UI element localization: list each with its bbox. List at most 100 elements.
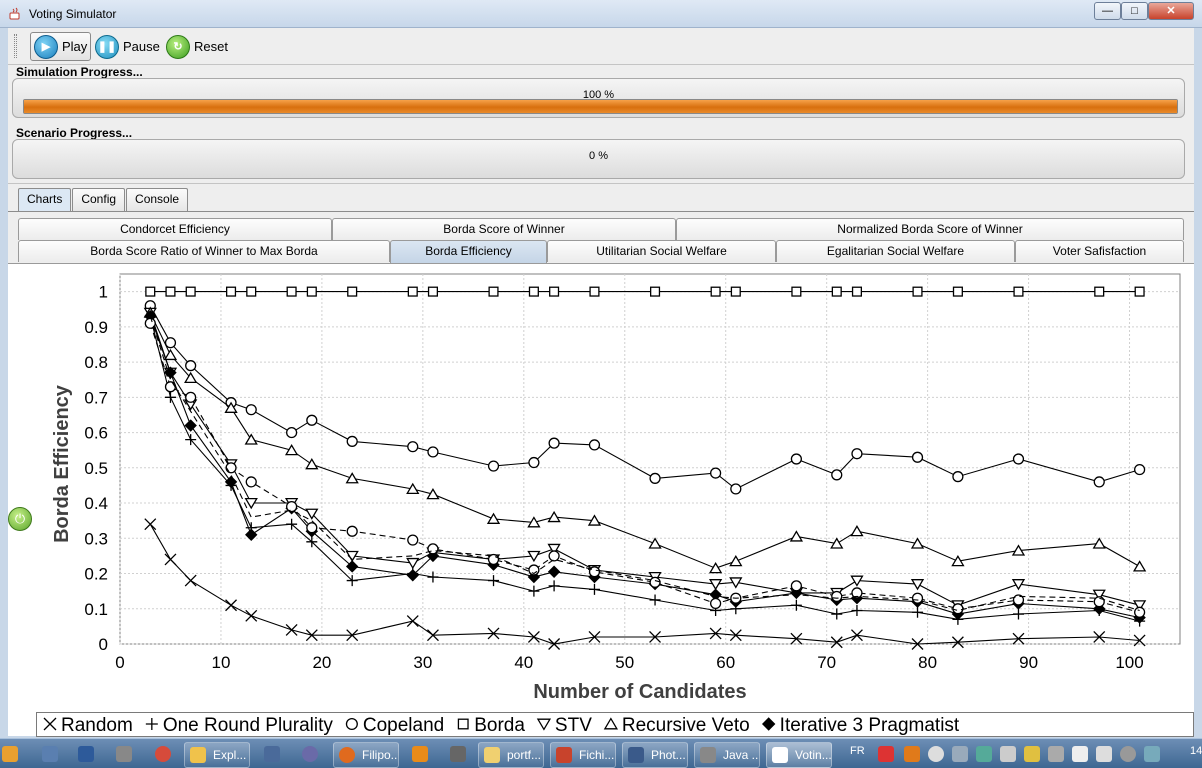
- taskbar-label: Filipo...: [362, 748, 399, 762]
- pause-label: Pause: [123, 39, 160, 54]
- circle-marker: [528, 456, 540, 469]
- legend-label: Iterative 3 Pragmatist: [780, 715, 960, 736]
- power-icon[interactable]: ⏻: [8, 507, 32, 531]
- tray-network-icon[interactable]: [976, 746, 992, 762]
- volume-icon[interactable]: [1096, 746, 1112, 762]
- desktop-icon[interactable]: [42, 746, 58, 762]
- circle-marker: [427, 543, 439, 555]
- diamond-marker: [761, 717, 776, 731]
- square-marker: [831, 286, 842, 297]
- subtab-normalized-borda-score[interactable]: Normalized Borda Score of Winner: [676, 218, 1184, 240]
- square-marker: [1094, 286, 1105, 297]
- gear-icon: [700, 747, 716, 763]
- circle-marker: [1012, 453, 1025, 465]
- pause-button[interactable]: ❚❚ Pause: [92, 32, 163, 61]
- window-titlebar: Voting Simulator — □ ✕: [0, 0, 1202, 28]
- circle-marker: [911, 592, 924, 604]
- subtab-borda-score-of-winner[interactable]: Borda Score of Winner: [332, 218, 676, 240]
- taskbar-item-firefox[interactable]: Filipo...: [333, 742, 399, 768]
- start-media-icon[interactable]: [2, 746, 18, 762]
- circle-marker: [407, 534, 419, 546]
- language-indicator[interactable]: FR: [850, 745, 865, 757]
- tab-console[interactable]: Console: [126, 188, 189, 211]
- square-marker: [286, 286, 297, 297]
- tool-icon[interactable]: [450, 746, 466, 762]
- subtab-condorcet-efficiency[interactable]: Condorcet Efficiency: [18, 218, 332, 240]
- main-tabs: Charts Config Console: [18, 188, 189, 211]
- chrome-icon[interactable]: [155, 746, 171, 762]
- legend-label: Copeland: [363, 715, 444, 736]
- circle-marker: [286, 500, 298, 513]
- legend-entries: Random One Round Plurality Copeland Borda ST…: [43, 715, 960, 736]
- user-icon[interactable]: [78, 746, 94, 762]
- taskbar-item-files[interactable]: Fichi...: [550, 742, 616, 768]
- maximize-button[interactable]: □: [1121, 2, 1148, 20]
- legend-entry: STV: [536, 715, 592, 736]
- square-marker: [225, 286, 237, 297]
- subtab-voter-satisfaction[interactable]: Voter Safisfaction: [1015, 240, 1184, 262]
- legend-label: Random: [61, 715, 133, 736]
- square-marker: [488, 286, 499, 297]
- plus-marker: [145, 718, 158, 730]
- play-label: Play: [62, 39, 88, 54]
- tray-usb-icon[interactable]: [1048, 746, 1064, 762]
- close-button[interactable]: ✕: [1148, 2, 1194, 20]
- circle-marker: [649, 576, 661, 588]
- java-app-icon: [772, 747, 788, 763]
- cone-icon[interactable]: [412, 746, 428, 762]
- vlc-icon[interactable]: [302, 746, 318, 762]
- legend-entry: Recursive Veto: [603, 715, 750, 736]
- borda-efficiency-chart: 00.10.20.30.40.50.60.70.80.910 10 20 30 40 50…: [51, 273, 1181, 703]
- taskbar-item-portfolio[interactable]: portf...: [478, 742, 544, 768]
- tray-app-icon[interactable]: [904, 746, 920, 762]
- tab-config[interactable]: Config: [72, 188, 126, 211]
- square-marker: [1013, 286, 1024, 297]
- scenario-progress-bar: 0 %: [12, 139, 1185, 179]
- tray-display-icon[interactable]: [1144, 746, 1160, 762]
- square-marker: [912, 286, 923, 297]
- legend-label: Borda: [474, 715, 525, 736]
- lock-icon[interactable]: [116, 746, 132, 762]
- square-marker: [457, 718, 469, 730]
- square-marker: [246, 286, 257, 297]
- circle-marker: [1093, 476, 1105, 488]
- document-icon: [556, 747, 572, 763]
- tab-charts[interactable]: Charts: [18, 188, 72, 211]
- toolbar: ▶ Play ❚❚ Pause ↻ Reset: [8, 28, 1194, 64]
- tray-flag-icon[interactable]: [1024, 746, 1040, 762]
- subtab-egalitarian-social-welfare[interactable]: Egalitarian Social Welfare: [776, 240, 1015, 262]
- circle-marker: [1134, 463, 1146, 476]
- play-button[interactable]: ▶ Play: [30, 32, 92, 61]
- monitor-icon[interactable]: [264, 746, 280, 762]
- taskbar-item-photos[interactable]: Phot...: [622, 742, 688, 768]
- taskbar-label: Votin...: [795, 748, 832, 762]
- triangle-up-marker: [603, 717, 619, 730]
- taskbar-item-java[interactable]: Java ...: [694, 742, 760, 768]
- minimize-button[interactable]: —: [1094, 2, 1121, 20]
- reset-button[interactable]: ↻ Reset: [163, 32, 231, 61]
- legend-label: Recursive Veto: [622, 715, 750, 736]
- x-tick-label: 10: [211, 653, 230, 672]
- toolbar-grip[interactable]: [14, 34, 17, 58]
- signal-icon[interactable]: [1072, 746, 1088, 762]
- subtab-utilitarian-social-welfare[interactable]: Utilitarian Social Welfare: [547, 240, 776, 262]
- y-tick-label: 1: [99, 283, 108, 302]
- x-tick-label: 70: [817, 653, 836, 672]
- taskbar-item-voting-simulator[interactable]: Votin...: [766, 742, 832, 768]
- subtab-borda-efficiency[interactable]: Borda Efficiency: [390, 240, 547, 264]
- circle-marker: [1134, 606, 1146, 618]
- tray-window-icon[interactable]: [952, 746, 968, 762]
- taskbar-item-explorer[interactable]: Expl...: [184, 742, 250, 768]
- acrobat-icon[interactable]: [878, 746, 894, 762]
- taskbar-label: Phot...: [651, 748, 686, 762]
- tray-disk-icon[interactable]: [1120, 746, 1136, 762]
- square-marker: [306, 286, 317, 297]
- window-title: Voting Simulator: [29, 7, 117, 21]
- circle-marker: [345, 717, 358, 731]
- tray-circle-icon[interactable]: [928, 746, 944, 762]
- subtab-borda-score-ratio[interactable]: Borda Score Ratio of Winner to Max Borda: [18, 240, 390, 262]
- y-tick-label: 0.6: [84, 424, 108, 443]
- printer-icon[interactable]: [1000, 746, 1016, 762]
- chart-panel: 0 0.1 0.2 0.3 0.4 0.5 0.6 0.7 0.8 0.9 1 0 10 20 30 40 50…: [8, 263, 1194, 737]
- circle-marker: [1093, 596, 1105, 608]
